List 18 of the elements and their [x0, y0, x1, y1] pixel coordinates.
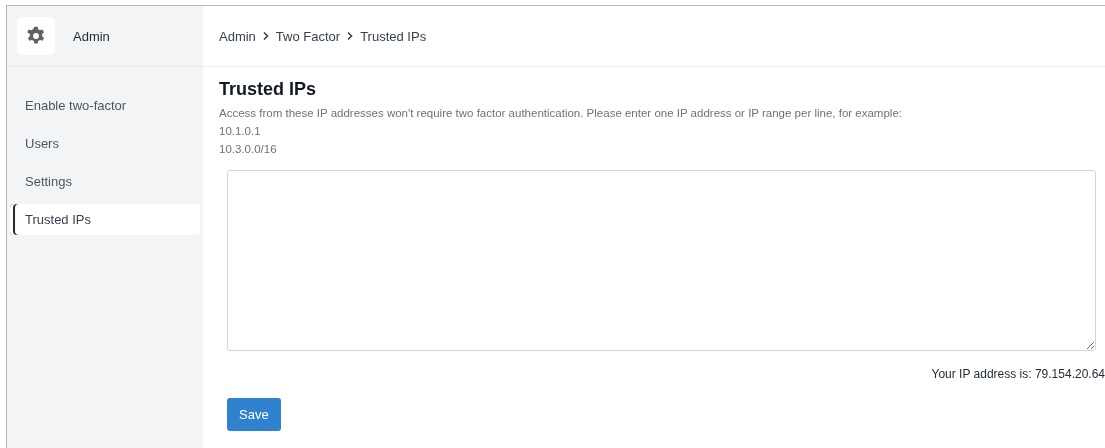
- page-title: Trusted IPs: [219, 79, 318, 100]
- chevron-icon: [261, 31, 270, 41]
- breadcrumb-link[interactable]: Two Factor: [275, 28, 341, 44]
- app-title: Admin: [73, 28, 110, 44]
- sidebar-item[interactable]: Enable two-factor: [10, 90, 200, 121]
- breadcrumb-link[interactable]: Trusted IPs: [360, 28, 427, 44]
- example-text: 10.3.0.0/16: [219, 142, 278, 156]
- trusted-ips-input[interactable]: [227, 170, 1096, 351]
- example-text: 10.1.0.1: [219, 124, 262, 138]
- sidebar-item[interactable]: Settings: [10, 166, 200, 197]
- chevron-icon: [346, 31, 355, 41]
- description-text: Access from these IP addresses won't require two factor authentication. Please enter one IP address or IP range per line, for example:: [219, 106, 903, 120]
- sidebar-item[interactable]: Trusted IPs: [10, 204, 200, 235]
- gear-icon: [26, 26, 46, 46]
- breadcrumb-link[interactable]: Admin: [219, 28, 256, 44]
- save-button[interactable]: Save: [227, 398, 281, 431]
- sidebar-item[interactable]: Users: [10, 128, 200, 159]
- ip-address-note: Your IP address is: 79.154.20.64: [930, 367, 1105, 381]
